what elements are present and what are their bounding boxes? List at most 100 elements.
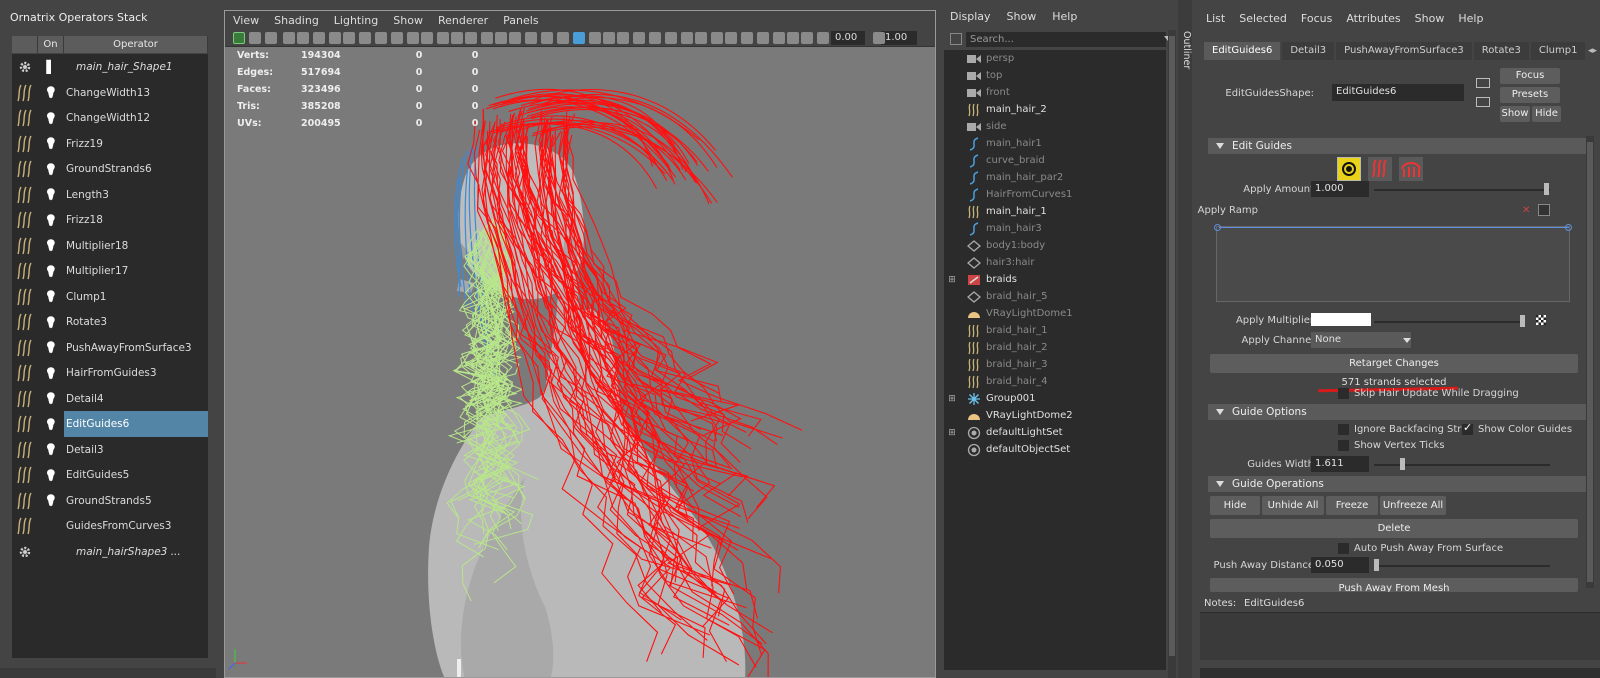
tab-detail3[interactable]: Detail3 bbox=[1282, 42, 1335, 60]
outliner-item[interactable]: body1:body bbox=[944, 237, 1045, 254]
toolbar-tool-icon[interactable] bbox=[437, 32, 449, 44]
toolbar-tool-icon[interactable] bbox=[329, 32, 341, 44]
toolbar-tool-icon[interactable] bbox=[283, 32, 295, 44]
outliner-item[interactable]: VRayLightDome1 bbox=[944, 305, 1073, 322]
shape-field[interactable]: EditGuides6 bbox=[1332, 84, 1464, 101]
toolbar-tool-icon[interactable] bbox=[817, 32, 829, 44]
bulb-icon[interactable]: 💡 bbox=[38, 392, 64, 405]
outliner-item[interactable]: hair3:hair bbox=[944, 254, 1034, 271]
tab-editguides6[interactable]: EditGuides6 bbox=[1204, 42, 1281, 60]
menu-show[interactable]: Show bbox=[1415, 12, 1445, 30]
menu-panels[interactable]: Panels bbox=[503, 14, 538, 27]
menu-focus[interactable]: Focus bbox=[1301, 12, 1332, 30]
toolbar-tool-icon[interactable] bbox=[265, 32, 277, 44]
section-guide-operations[interactable]: Guide Operations bbox=[1208, 476, 1588, 492]
bulb-icon[interactable]: 💡 bbox=[38, 137, 64, 150]
operator-row[interactable]: 💡 Multiplier18 bbox=[12, 233, 208, 259]
ramp-delete-icon[interactable]: ✕ bbox=[1522, 205, 1530, 216]
outliner-tab-label[interactable]: Outliner bbox=[1178, 20, 1192, 80]
toolbar-tool-icon[interactable] bbox=[343, 32, 355, 44]
toolbar-tool-icon[interactable] bbox=[695, 32, 707, 44]
toolbar-tool-icon[interactable] bbox=[541, 32, 553, 44]
bulb-icon[interactable]: 💡 bbox=[38, 86, 64, 99]
cut-icon[interactable] bbox=[1399, 157, 1423, 181]
bulb-icon[interactable]: 💡 bbox=[38, 469, 64, 482]
apply-multiplier-slider[interactable] bbox=[1374, 321, 1524, 323]
operator-name[interactable]: PushAwayFromSurface3 bbox=[64, 342, 208, 354]
toolbar-tool-icon[interactable] bbox=[421, 32, 433, 44]
menu-selected[interactable]: Selected bbox=[1239, 12, 1287, 30]
outliner-item[interactable]: ⊞ defaultLightSet bbox=[944, 424, 1063, 441]
toolbar-tool-icon[interactable] bbox=[407, 32, 419, 44]
operator-name[interactable]: GuidesFromCurves3 bbox=[64, 520, 208, 532]
menu-show[interactable]: Show bbox=[393, 14, 423, 27]
outliner-item[interactable]: HairFromCurves1 bbox=[944, 186, 1072, 203]
toolbar-tool-icon[interactable] bbox=[495, 32, 507, 44]
gamma-field[interactable]: 1.00 bbox=[881, 31, 917, 45]
hide-guides-button[interactable]: Hide bbox=[1210, 496, 1260, 515]
toolbar-tool-icon[interactable] bbox=[665, 32, 677, 44]
operators-list[interactable]: ▌ main_hair_Shape1 💡 ChangeWidth13 💡 ChangeWi… bbox=[12, 54, 208, 658]
auto-push-checkbox[interactable] bbox=[1338, 543, 1349, 554]
header-on[interactable]: On bbox=[38, 36, 64, 53]
ramp-expand-icon[interactable] bbox=[1538, 204, 1550, 216]
attr-scrollbar-thumb[interactable] bbox=[1587, 142, 1593, 582]
outliner-item[interactable]: braid_hair_1 bbox=[944, 322, 1047, 339]
focus-button[interactable]: Focus bbox=[1500, 68, 1560, 84]
outliner-search-input[interactable]: Search... bbox=[966, 32, 1166, 47]
outliner-item[interactable]: braid_hair_3 bbox=[944, 356, 1047, 373]
toolbar-tool-icon[interactable] bbox=[787, 32, 799, 44]
operator-row[interactable]: 💡 Clump1 bbox=[12, 284, 208, 310]
presets-button[interactable]: Presets bbox=[1500, 87, 1560, 103]
operator-row[interactable]: ▌ main_hair_Shape1 bbox=[12, 54, 208, 80]
outliner-item[interactable]: ⊞ braids bbox=[944, 271, 1017, 288]
toolbar-tool-icon[interactable] bbox=[465, 32, 477, 44]
retarget-changes-button[interactable]: Retarget Changes bbox=[1210, 354, 1578, 373]
operator-row[interactable]: 💡 Length3 bbox=[12, 182, 208, 208]
operator-name[interactable]: EditGuides5 bbox=[64, 469, 208, 481]
toolbar-tool-icon[interactable] bbox=[603, 32, 615, 44]
toolbar-tool-icon[interactable] bbox=[573, 32, 585, 44]
expand-icon[interactable]: ⊞ bbox=[944, 428, 960, 438]
operator-name[interactable]: EditGuides6 bbox=[64, 411, 208, 437]
operator-name[interactable]: Multiplier17 bbox=[64, 265, 208, 277]
outliner-item[interactable]: side bbox=[944, 118, 1007, 135]
menu-help[interactable]: Help bbox=[1052, 10, 1077, 28]
hide-button[interactable]: Hide bbox=[1532, 106, 1561, 122]
outliner-item[interactable]: braid_hair_5 bbox=[944, 288, 1047, 305]
unhide-all-button[interactable]: Unhide All bbox=[1262, 496, 1324, 515]
operator-row[interactable]: 💡 Detail4 bbox=[12, 386, 208, 412]
apply-amount-knob[interactable] bbox=[1544, 183, 1549, 195]
outliner-item[interactable]: ⊞ Group001 bbox=[944, 390, 1036, 407]
operator-row[interactable]: 💡 PushAwayFromSurface3 bbox=[12, 335, 208, 361]
bulb-icon[interactable]: 💡 bbox=[38, 341, 64, 354]
menu-renderer[interactable]: Renderer bbox=[438, 14, 488, 27]
bulb-icon[interactable]: 💡 bbox=[38, 112, 64, 125]
section-edit-guides[interactable]: Edit Guides bbox=[1208, 138, 1588, 154]
toolbar-tool-icon[interactable] bbox=[525, 32, 537, 44]
outliner-scrollbar[interactable] bbox=[1168, 30, 1176, 678]
operator-name[interactable]: Frizz19 bbox=[64, 138, 208, 150]
outliner-list[interactable]: persp top front main_hair_2 side main_hair1 cu… bbox=[944, 50, 1166, 670]
viewport-scene[interactable] bbox=[225, 47, 936, 678]
bulb-icon[interactable]: 💡 bbox=[38, 316, 64, 329]
toolbar-tool-icon[interactable] bbox=[359, 32, 371, 44]
viewport[interactable]: View Shading Lighting Show Renderer Pane… bbox=[224, 10, 936, 678]
skip-update-checkbox[interactable] bbox=[1338, 388, 1349, 399]
apply-multiplier-knob[interactable] bbox=[1520, 315, 1525, 327]
bulb-icon[interactable]: 💡 bbox=[38, 239, 64, 252]
operator-name[interactable]: main_hair_Shape1 bbox=[64, 61, 208, 73]
bulb-icon[interactable]: 💡 bbox=[38, 443, 64, 456]
menu-show[interactable]: Show bbox=[1007, 10, 1037, 28]
operator-row[interactable]: 💡 EditGuides5 bbox=[12, 462, 208, 488]
header-operator[interactable]: Operator bbox=[64, 36, 208, 53]
toolbar-tool-icon[interactable] bbox=[741, 32, 753, 44]
apply-amount-field[interactable]: 1.000 bbox=[1311, 181, 1369, 197]
apply-amount-slider[interactable] bbox=[1374, 189, 1550, 191]
tab-scroll-icon[interactable]: ◂▸ bbox=[1588, 46, 1597, 56]
tab-clump1[interactable]: Clump1 bbox=[1530, 42, 1586, 60]
apply-multiplier-swatch[interactable] bbox=[1311, 313, 1371, 326]
outliner-item[interactable]: main_hair1 bbox=[944, 135, 1042, 152]
bulb-icon[interactable]: 💡 bbox=[38, 494, 64, 507]
push-distance-field[interactable]: 0.050 bbox=[1311, 557, 1369, 573]
